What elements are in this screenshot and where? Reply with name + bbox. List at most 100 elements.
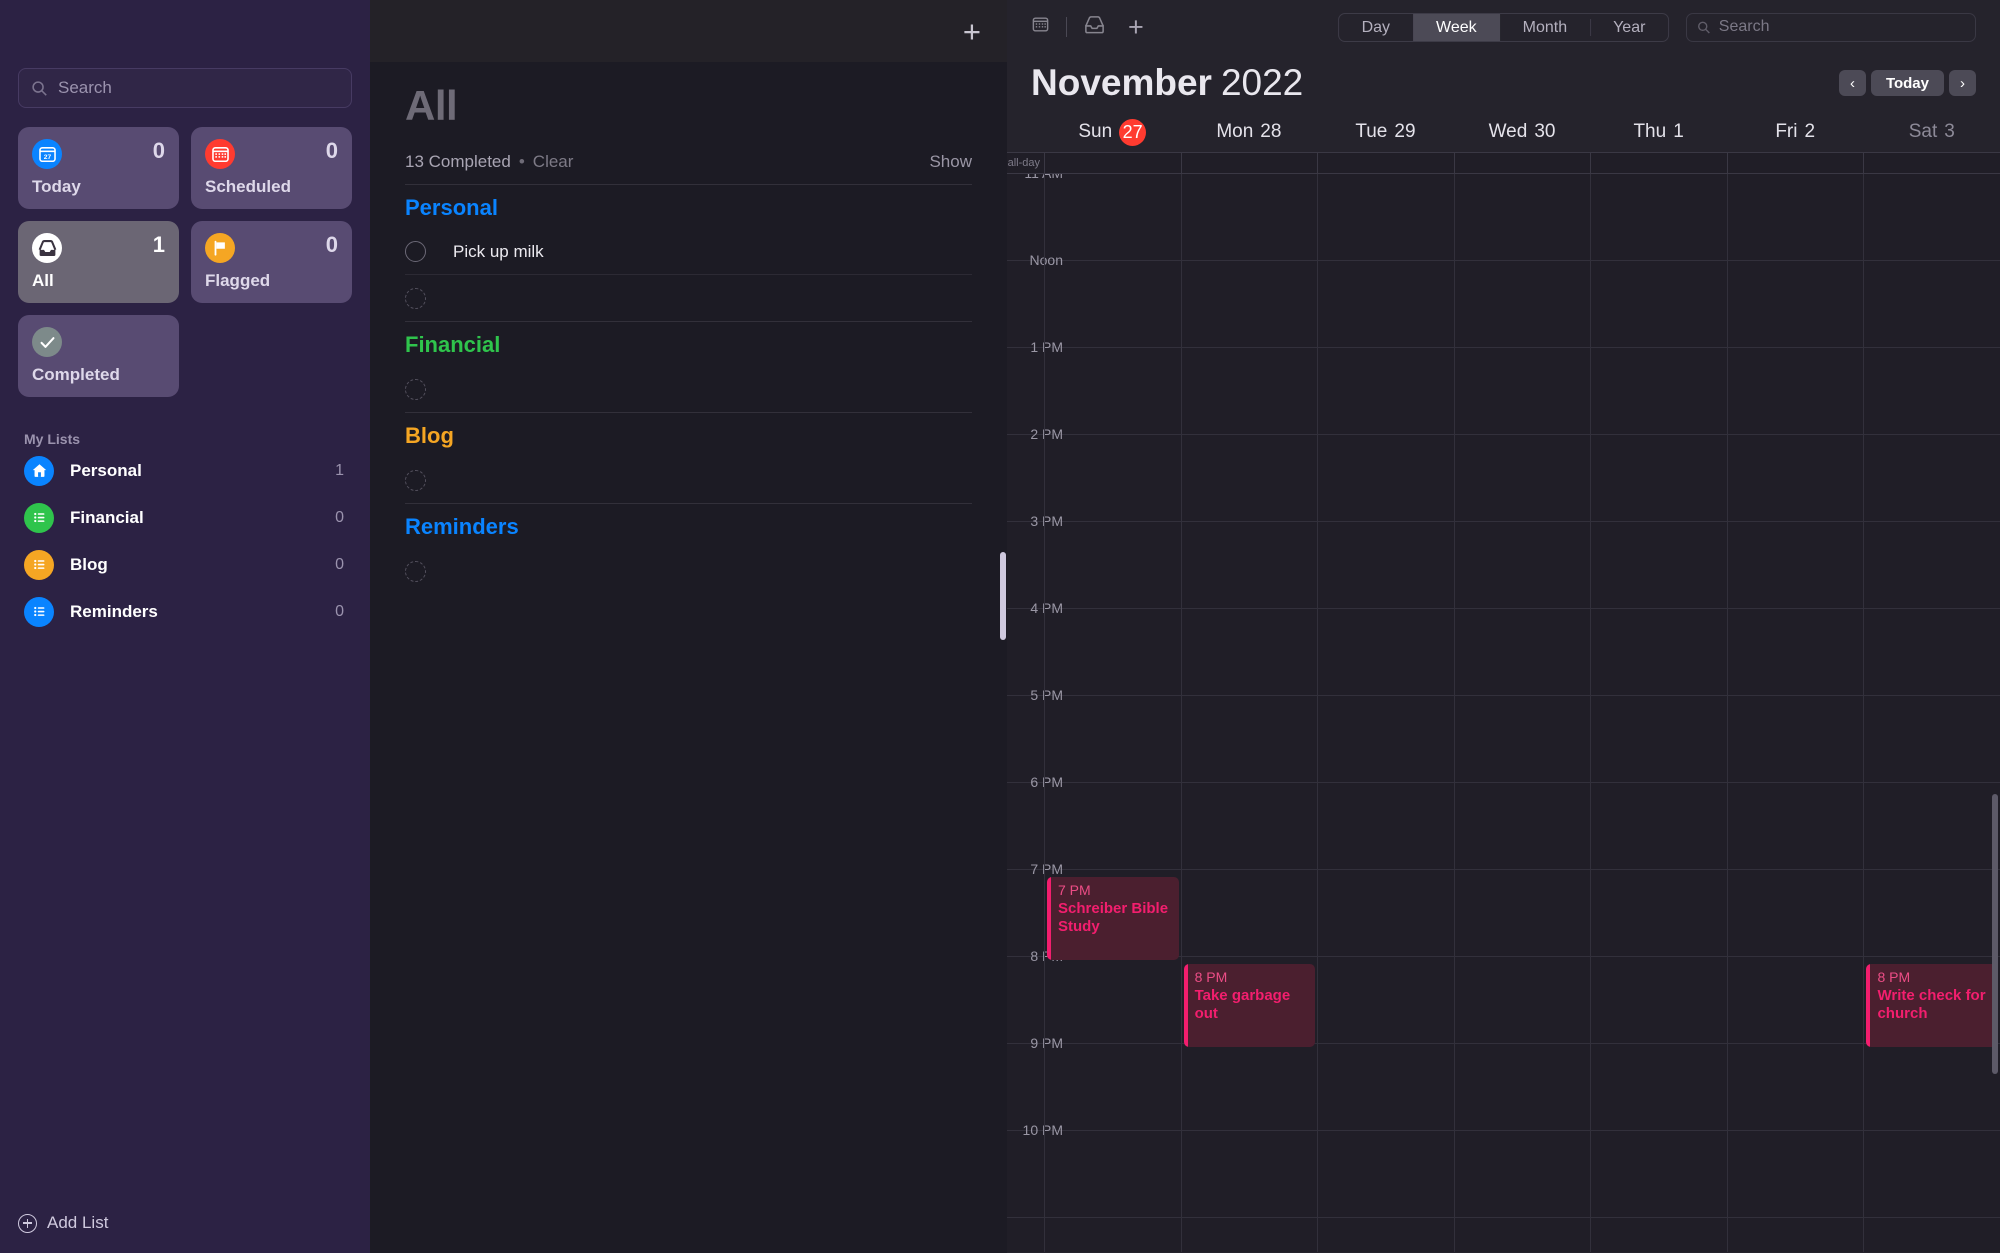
view-tab-day[interactable]: Day bbox=[1339, 14, 1413, 41]
smart-list-count: 0 bbox=[325, 232, 338, 257]
smart-list-label: Completed bbox=[32, 365, 120, 384]
day-column-thu[interactable] bbox=[1590, 174, 1727, 1252]
sidebar-list-personal[interactable]: Personal 1 bbox=[18, 447, 352, 494]
event-time: 8 PM bbox=[1194, 969, 1228, 985]
all-day-cell[interactable] bbox=[1180, 153, 1318, 173]
task-row-new[interactable] bbox=[405, 275, 972, 321]
calendar-event[interactable]: 8 PM Write check for church bbox=[1866, 964, 1999, 1047]
smart-list-completed[interactable]: Completed bbox=[18, 315, 179, 397]
weekday-header-tue[interactable]: Tue 29 bbox=[1317, 121, 1454, 143]
task-row[interactable]: Pick up milk bbox=[405, 229, 972, 275]
day-column-tue[interactable] bbox=[1317, 174, 1454, 1252]
show-button[interactable]: Show bbox=[929, 152, 972, 172]
reminders-toolbar: + bbox=[370, 0, 1007, 62]
calendar-header: November 2022 ‹ Today › bbox=[1007, 54, 2000, 112]
view-tab-week[interactable]: Week bbox=[1413, 13, 1500, 41]
plus-circle-icon bbox=[18, 1213, 37, 1233]
calendar-search-input[interactable] bbox=[1718, 18, 1965, 36]
day-column-sun[interactable]: 7 PM Schreiber Bible Study bbox=[1044, 174, 1181, 1252]
house-icon bbox=[24, 455, 54, 486]
reminders-scrollbar[interactable] bbox=[1000, 552, 1006, 640]
day-column-sat[interactable]: 8 PM Write check for church bbox=[1863, 174, 2000, 1252]
sidebar-list-name: Financial bbox=[70, 507, 144, 527]
all-day-cell[interactable] bbox=[1317, 153, 1454, 173]
smart-list-all[interactable]: 1 All bbox=[18, 221, 179, 303]
search-icon bbox=[1698, 21, 1710, 33]
next-week-button[interactable]: › bbox=[1949, 70, 1976, 96]
view-tab-year[interactable]: Year bbox=[1590, 14, 1668, 41]
desktop-root: 27 0 Today bbox=[0, 0, 2000, 1253]
weekday-header-thu[interactable]: Thu 1 bbox=[1590, 121, 1727, 143]
task-row-new[interactable] bbox=[405, 457, 972, 503]
sidebar-list-count: 0 bbox=[335, 508, 344, 526]
inbox-tray-icon bbox=[32, 233, 62, 263]
day-column-wed[interactable] bbox=[1453, 174, 1591, 1252]
add-list-button[interactable]: Add List bbox=[18, 1213, 108, 1233]
sidebar-list-financial[interactable]: Financial 0 bbox=[18, 494, 352, 541]
smart-list-today[interactable]: 27 0 Today bbox=[18, 127, 179, 209]
today-button[interactable]: Today bbox=[1870, 70, 1944, 96]
smart-list-count: 1 bbox=[152, 232, 165, 257]
prev-week-button[interactable]: ‹ bbox=[1838, 70, 1866, 96]
calendar-search[interactable] bbox=[1686, 12, 1976, 42]
all-day-cell[interactable] bbox=[1044, 153, 1181, 173]
sidebar-search[interactable] bbox=[18, 68, 352, 108]
sidebar-list-reminders[interactable]: Reminders 0 bbox=[18, 588, 352, 635]
calendar-scrollbar[interactable] bbox=[1992, 794, 1998, 1074]
sidebar-list-blog[interactable]: Blog 0 bbox=[18, 541, 352, 588]
all-day-cell[interactable] bbox=[1863, 153, 2000, 173]
weekday-header-fri[interactable]: Fri 2 bbox=[1727, 121, 1864, 143]
weekday-header-mon[interactable]: Mon 28 bbox=[1181, 121, 1318, 143]
today-date-pill: 27 bbox=[1119, 118, 1147, 146]
calendar-month: November bbox=[1031, 62, 1212, 103]
toolbar-divider bbox=[1066, 17, 1067, 37]
smart-list-flagged[interactable]: 0 Flagged bbox=[191, 221, 352, 303]
sidebar-list-count: 0 bbox=[335, 555, 344, 573]
task-row-new[interactable] bbox=[405, 366, 972, 412]
weekday-date: 2 bbox=[1804, 121, 1816, 142]
clear-button[interactable]: Clear bbox=[533, 152, 574, 172]
new-task-checkbox[interactable] bbox=[405, 469, 426, 491]
search-input[interactable] bbox=[58, 78, 339, 98]
event-title: Write check for church bbox=[1877, 986, 1986, 1023]
calendar-day-icon: 27 bbox=[32, 139, 62, 169]
weekday-name: Thu bbox=[1633, 121, 1667, 142]
reminder-group-personal: Personal Pick up milk bbox=[405, 184, 972, 321]
smart-list-label: Flagged bbox=[205, 271, 271, 290]
add-event-button[interactable]: + bbox=[1128, 12, 1144, 43]
weekday-header-row: Sun 27 Mon 28 Tue 29 Wed 30 Thu 1 Fri 2 bbox=[1007, 112, 2000, 152]
day-column-mon[interactable]: 8 PM Take garbage out bbox=[1180, 174, 1318, 1252]
search-icon bbox=[32, 80, 47, 96]
smart-list-count: 0 bbox=[152, 138, 165, 163]
event-time: 8 PM bbox=[1877, 969, 1911, 985]
group-title: Reminders bbox=[405, 514, 519, 539]
weekday-header-wed[interactable]: Wed 30 bbox=[1454, 121, 1591, 143]
weekday-header-sat[interactable]: Sat 3 bbox=[1863, 121, 2000, 143]
weekday-date: 29 bbox=[1394, 121, 1416, 142]
calendar-event[interactable]: 8 PM Take garbage out bbox=[1183, 964, 1316, 1047]
weekday-header-sun[interactable]: Sun 27 bbox=[1044, 118, 1181, 146]
checkmark-icon bbox=[32, 327, 62, 357]
all-day-cell[interactable] bbox=[1590, 153, 1727, 173]
calendar-nav-group: ‹ Today › bbox=[1838, 70, 1976, 96]
view-tab-month[interactable]: Month bbox=[1500, 14, 1590, 41]
sidebar-list-count: 0 bbox=[335, 602, 344, 620]
task-text: Pick up milk bbox=[453, 241, 544, 261]
day-column-fri[interactable] bbox=[1726, 174, 1864, 1252]
smart-list-label: All bbox=[32, 271, 54, 290]
plus-icon[interactable]: + bbox=[963, 16, 981, 47]
flag-icon bbox=[205, 233, 235, 263]
calendar-event[interactable]: 7 PM Schreiber Bible Study bbox=[1047, 877, 1179, 960]
weekday-date: 3 bbox=[1944, 121, 1955, 142]
new-task-checkbox[interactable] bbox=[405, 287, 426, 309]
inbox-tray-icon[interactable] bbox=[1083, 13, 1106, 41]
reminder-group-blog: Blog bbox=[405, 412, 972, 503]
all-day-cell[interactable] bbox=[1726, 153, 1864, 173]
new-task-checkbox[interactable] bbox=[405, 378, 426, 400]
calendar-grid-icon[interactable] bbox=[1031, 15, 1050, 39]
task-row-new[interactable] bbox=[405, 548, 972, 594]
smart-list-scheduled[interactable]: 0 Scheduled bbox=[191, 127, 352, 209]
new-task-checkbox[interactable] bbox=[405, 560, 426, 582]
all-day-cell[interactable] bbox=[1453, 153, 1591, 173]
task-checkbox[interactable] bbox=[405, 241, 426, 262]
